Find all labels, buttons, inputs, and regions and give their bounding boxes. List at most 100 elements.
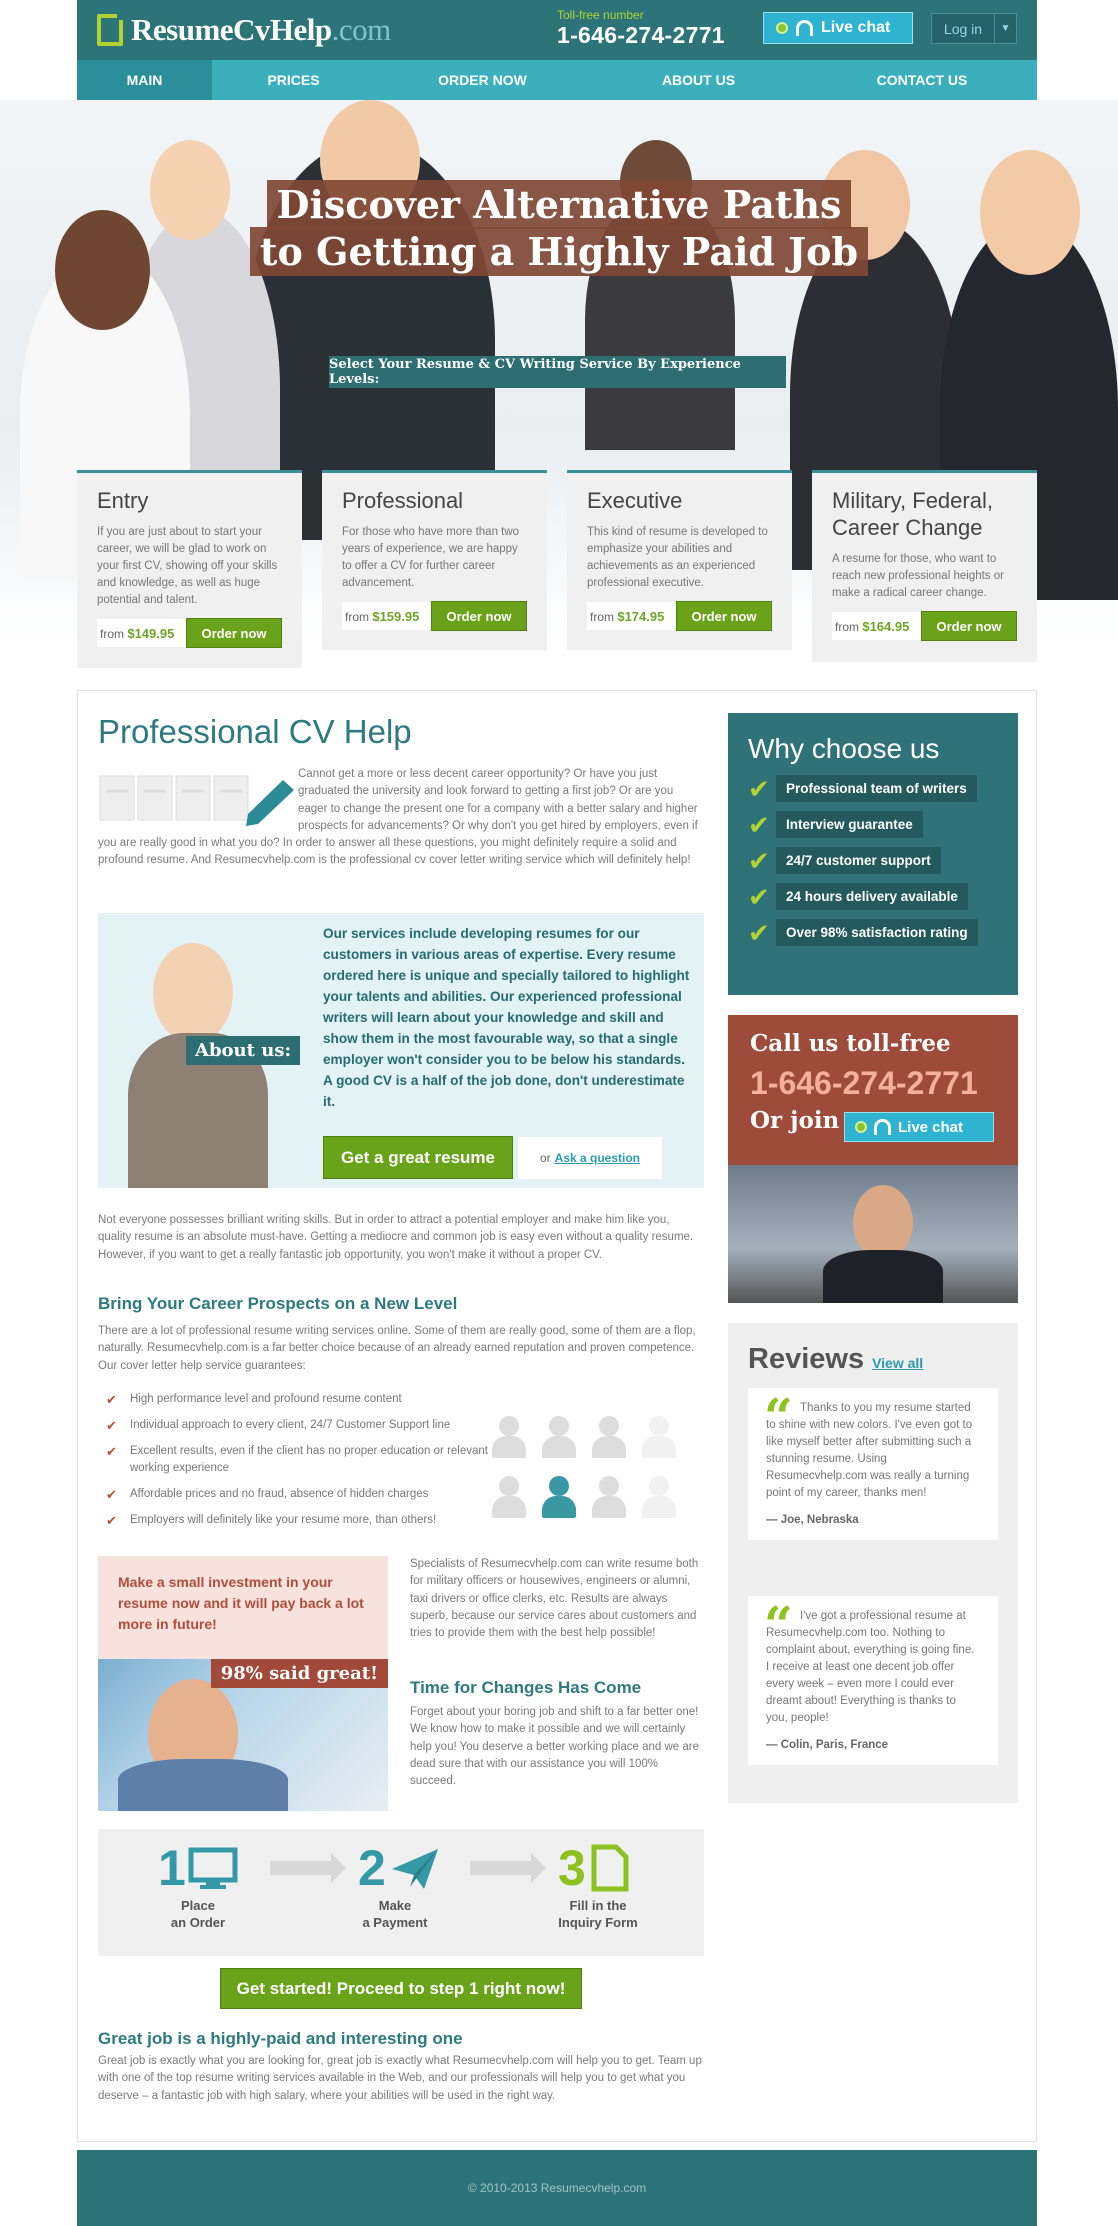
- hero-subtitle: Select Your Resume & CV Writing Service …: [329, 356, 786, 388]
- monitor-icon: [188, 1847, 238, 1889]
- arrow-right-icon: [470, 1853, 546, 1883]
- list-item: ✔ 24/7 customer support: [748, 847, 998, 874]
- review-author: — Colin, Paris, France: [766, 1739, 889, 1751]
- live-chat-button[interactable]: Live chat: [844, 1112, 994, 1142]
- hero-title-line2: to Getting a Highly Paid Job: [249, 227, 869, 276]
- view-all-link[interactable]: View all: [872, 1355, 923, 1371]
- card-title: Military, Federal, Career Change: [832, 488, 993, 540]
- order-now-button[interactable]: Order now: [431, 601, 527, 631]
- headset-icon: [796, 20, 813, 36]
- online-dot-icon: [776, 22, 788, 34]
- logo[interactable]: ResumeCvHelp.com: [97, 10, 392, 48]
- specialists-text: Specialists of Resumecvhelp.com can writ…: [410, 1558, 699, 1640]
- checkmark-icon: ✔: [748, 881, 770, 912]
- review-text: Thanks to you my resume started to shine…: [766, 1402, 973, 1499]
- services-text: There are a lot of professional resume w…: [98, 1325, 696, 1372]
- checkmark-icon: ✔: [748, 845, 770, 876]
- card-title: Executive: [587, 488, 683, 513]
- ask-question-link[interactable]: Ask a question: [555, 1151, 640, 1165]
- list-item: ✔ Professional team of writers: [748, 775, 998, 802]
- checkmark-icon: ✔: [748, 809, 770, 840]
- chevron-down-icon[interactable]: ▼: [994, 14, 1016, 43]
- site-header: ResumeCvHelp.com Toll-free number 1-646-…: [77, 0, 1037, 60]
- card-professional: Professional For those who have more tha…: [322, 470, 547, 650]
- person-icon: [538, 1416, 580, 1458]
- get-great-resume-button[interactable]: Get a great resume: [323, 1136, 513, 1179]
- invest-text: Make a small investment in your resume n…: [118, 1574, 364, 1632]
- review-card: “ I've got a professional resume at Resu…: [748, 1596, 998, 1765]
- list-item: Employers will definitely like your resu…: [98, 1512, 488, 1529]
- login-label: Log in: [943, 20, 983, 37]
- guarantees-list: High performance level and profound resu…: [98, 1391, 488, 1538]
- person-icon: [488, 1416, 530, 1458]
- logo-main: ResumeCvHelp: [131, 12, 332, 47]
- toll-free-label: Toll-free number: [557, 8, 644, 22]
- step-number: 2: [358, 1840, 386, 1896]
- card-text: For those who have more than two years o…: [342, 526, 520, 589]
- card-executive: Executive This kind of resume is develop…: [567, 470, 792, 650]
- person-icon: [588, 1416, 630, 1458]
- about-us-tag: About us:: [186, 1036, 301, 1065]
- order-now-button[interactable]: Order now: [676, 601, 772, 631]
- person-icon: [488, 1476, 530, 1518]
- nav-main[interactable]: MAIN: [77, 60, 212, 108]
- review-author: — Joe, Nebraska: [766, 1514, 859, 1526]
- review-card: “ Thanks to you my resume started to shi…: [748, 1388, 998, 1540]
- login-button[interactable]: Log in ▼: [931, 13, 1017, 44]
- why-title: Why choose us: [748, 733, 940, 764]
- hero-title-line1: Discover Alternative Paths: [266, 180, 852, 229]
- step-number: 1: [158, 1840, 186, 1896]
- page-title: Professional CV Help: [98, 713, 412, 750]
- card-price: $164.95: [862, 618, 910, 634]
- said-great-badge: 98% said great!: [210, 1659, 388, 1688]
- card-title: Professional: [342, 488, 464, 513]
- list-item: Affordable prices and no fraud, absence …: [98, 1486, 488, 1503]
- phone-man-photo: [728, 1165, 1018, 1303]
- online-dot-icon: [855, 1121, 867, 1133]
- nav-contact-us[interactable]: CONTACT US: [807, 60, 1037, 100]
- reviews-title: Reviews: [748, 1343, 865, 1375]
- or-join-label: Or join: [750, 1107, 840, 1134]
- order-now-button[interactable]: Order now: [921, 611, 1017, 641]
- checkmark-icon: ✔: [748, 773, 770, 804]
- main-nav: MAIN PRICES ORDER NOW ABOUT US CONTACT U…: [77, 60, 1037, 108]
- quote-icon: “: [764, 1595, 793, 1654]
- paper-plane-icon: [392, 1849, 438, 1889]
- header-phone[interactable]: 1-646-274-2771: [557, 22, 725, 49]
- career-prospects-heading: Bring Your Career Prospects on a New Lev…: [98, 1294, 458, 1313]
- live-chat-label: Live chat: [821, 19, 891, 36]
- card-text: A resume for those, who want to reach ne…: [832, 553, 1004, 599]
- logo-tld: .com: [331, 12, 392, 47]
- changes-heading: Time for Changes Has Come: [410, 1678, 642, 1697]
- call-title: Call us toll-free: [750, 1030, 951, 1057]
- live-chat-button[interactable]: Live chat: [763, 12, 913, 44]
- call-phone[interactable]: 1-646-274-2771: [750, 1065, 978, 1102]
- list-item: ✔ Interview guarantee: [748, 811, 998, 838]
- card-price: $159.95: [372, 608, 420, 624]
- why-choose-us: Why choose us ✔ Professional team of writ…: [728, 713, 1018, 995]
- people-icons: [488, 1416, 688, 1526]
- review-text: I've got a professional resume at Resume…: [766, 1610, 975, 1724]
- card-text: If you are just about to start your care…: [97, 526, 278, 606]
- get-started-button[interactable]: Get started! Proceed to step 1 right now…: [220, 1968, 582, 2009]
- card-military: Military, Federal, Career Change A resum…: [812, 470, 1037, 662]
- arrow-right-icon: [270, 1853, 346, 1883]
- copyright: © 2010-2013 Resumecvhelp.com: [467, 2181, 647, 2195]
- nav-order-now[interactable]: ORDER NOW: [375, 60, 590, 100]
- logo-icon: [97, 10, 127, 46]
- nav-about-us[interactable]: ABOUT US: [590, 60, 807, 100]
- nav-prices[interactable]: PRICES: [212, 60, 375, 100]
- about-us-block: About us: Our services include developin…: [98, 913, 704, 1188]
- call-us-block: Call us toll-free 1-646-274-2771 Or join…: [728, 1015, 1018, 1303]
- order-steps: 1 Place an Order 2 Make a Payment 3 Fill i…: [98, 1829, 704, 1956]
- list-item: Excellent results, even if the client ha…: [98, 1443, 488, 1477]
- card-text: This kind of resume is developed to emph…: [587, 526, 768, 589]
- person-icon: [638, 1476, 680, 1518]
- great-job-heading: Great job is a highly-paid and interesti…: [98, 2029, 463, 2048]
- list-item: Individual approach to every client, 24/…: [98, 1417, 488, 1434]
- writing-skills-text: Not everyone possesses brilliant writing…: [98, 1214, 694, 1261]
- changes-text: Forget about your boring job and shift t…: [410, 1706, 699, 1788]
- order-now-button[interactable]: Order now: [186, 618, 282, 648]
- reviews-block: Reviews View all “ Thanks to you my resum…: [728, 1323, 1018, 1803]
- checkmark-icon: ✔: [748, 917, 770, 948]
